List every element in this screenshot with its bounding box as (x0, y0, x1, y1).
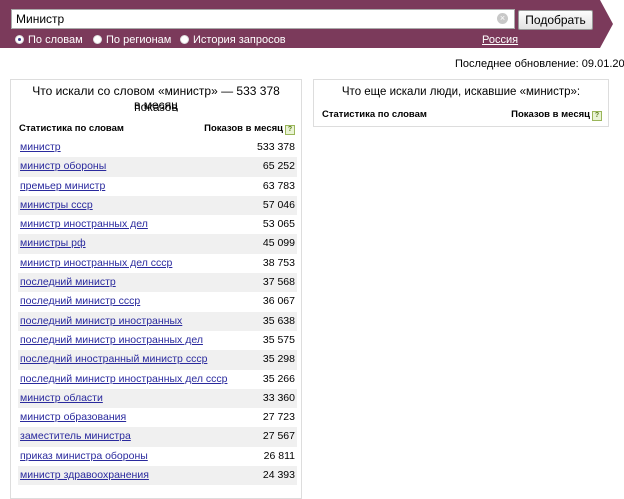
table-row: министры ссср 57 046 (18, 195, 297, 216)
table-row: последний министр 37 568 (18, 273, 297, 293)
mode-by-regions[interactable]: По регионам (93, 34, 171, 46)
column-header-count: Показов в месяц? (204, 123, 295, 135)
impressions-count: 35 638 (262, 314, 295, 327)
impressions-count: 53 065 (262, 218, 295, 231)
phrase-link[interactable]: министр иностранных дел (20, 218, 148, 230)
impressions-count: 35 266 (262, 372, 295, 385)
related-column-header-phrase: Статистика по словам (322, 109, 427, 120)
table-row: министр иностранных дел 53 065 (18, 215, 297, 234)
column-header-phrase: Статистика по словам (19, 123, 124, 134)
search-button[interactable]: Подобрать (518, 10, 593, 30)
impressions-count: 35 575 (262, 333, 295, 346)
impressions-count: 533 378 (257, 141, 295, 153)
table-row: министр здравоохранения 24 393 (18, 466, 297, 486)
phrase-link[interactable]: министр (20, 141, 61, 153)
word-stats-table: министр 533 378 министр обороны 65 252 пре… (18, 138, 297, 486)
phrase-link[interactable]: министр иностранных дел ссср (20, 257, 172, 269)
related-panel-title: Что еще искали люди, искавшие «министр»: (341, 86, 581, 98)
table-row: премьер министр 63 783 (18, 177, 297, 196)
phrase-link[interactable]: министр здравоохранения (20, 469, 149, 481)
related-column-header-count-label: Показов в месяц (511, 109, 590, 120)
phrase-link[interactable]: министр области (20, 392, 103, 404)
impressions-count: 27 723 (262, 411, 295, 424)
phrase-link[interactable]: последний министр иностранных дел (20, 334, 203, 346)
radio-icon[interactable] (93, 35, 102, 44)
impressions-count: 37 568 (262, 276, 295, 289)
phrase-link[interactable]: министры ссср (20, 199, 93, 211)
mode-by-words[interactable]: По словам (15, 34, 83, 46)
phrase-link[interactable]: министр обороны (20, 160, 106, 172)
phrase-link[interactable]: министры рф (20, 237, 86, 249)
help-icon[interactable]: ? (285, 125, 295, 135)
search-box: × (11, 9, 515, 29)
help-icon[interactable]: ? (592, 111, 602, 121)
table-row: министр образования 27 723 (18, 408, 297, 427)
impressions-count: 63 783 (262, 179, 295, 192)
impressions-count: 38 753 (262, 256, 295, 269)
radio-icon[interactable] (180, 35, 189, 44)
region-link[interactable]: Россия (482, 34, 518, 46)
table-row: приказ министра обороны 26 811 (18, 447, 297, 466)
table-row: последний министр ссср 36 067 (18, 292, 297, 311)
impressions-count: 36 067 (262, 295, 295, 308)
impressions-count: 24 393 (262, 469, 295, 482)
impressions-count: 57 046 (262, 198, 295, 211)
table-row: последний иностранный министр ссср 35 298 (18, 350, 297, 370)
mode-history[interactable]: История запросов (180, 34, 286, 46)
radio-checked-icon[interactable] (15, 35, 24, 44)
table-row: последний министр иностранных дел 35 575 (18, 331, 297, 350)
table-row: министр области 33 360 (18, 388, 297, 409)
phrase-link[interactable]: последний министр (20, 276, 116, 288)
clear-icon[interactable]: × (497, 13, 508, 24)
word-stats-panel: Что искали со словом «министр» — 533 378… (10, 79, 302, 499)
phrase-link[interactable]: последний министр иностранных дел ссср (20, 373, 227, 385)
phrase-link[interactable]: последний иностранный министр ссср (20, 353, 207, 365)
last-update: Последнее обновление: 09.01.2014 (455, 58, 624, 70)
phrase-link[interactable]: заместитель министра (20, 430, 131, 442)
impressions-count: 35 298 (262, 353, 295, 366)
phrase-link[interactable]: последний министр ссср (20, 295, 140, 307)
table-row: министр 533 378 (18, 138, 297, 157)
search-input[interactable] (16, 11, 486, 27)
impressions-count: 65 252 (262, 160, 295, 173)
table-row: министр иностранных дел ссср 38 753 (18, 254, 297, 273)
table-row: последний министр иностранных дел ссср 35… (18, 370, 297, 389)
related-column-header-count: Показов в месяц? (511, 109, 602, 121)
phrase-link[interactable]: премьер министр (20, 180, 105, 192)
phrase-link[interactable]: приказ министра обороны (20, 450, 148, 462)
panel-title-line2: в месяц (133, 98, 178, 112)
table-row: заместитель министра 27 567 (18, 427, 297, 447)
impressions-count: 45 099 (262, 237, 295, 250)
phrase-link[interactable]: последний министр иностранных (20, 315, 182, 327)
search-header-arrow (600, 0, 613, 48)
impressions-count: 33 360 (262, 391, 295, 404)
table-row: последний министр иностранных 35 638 (18, 311, 297, 331)
impressions-count: 26 811 (263, 449, 295, 462)
mode-history-label: История запросов (193, 34, 286, 46)
column-header-count-label: Показов в месяц (204, 123, 283, 134)
related-queries-panel: Что еще искали люди, искавшие «министр»:… (313, 79, 609, 127)
table-row: министры рф 45 099 (18, 234, 297, 254)
table-row: министр обороны 65 252 (18, 157, 297, 177)
mode-by-regions-label: По регионам (106, 34, 172, 46)
impressions-count: 27 567 (262, 430, 295, 443)
mode-by-words-label: По словам (28, 34, 83, 46)
phrase-link[interactable]: министр образования (20, 411, 126, 423)
